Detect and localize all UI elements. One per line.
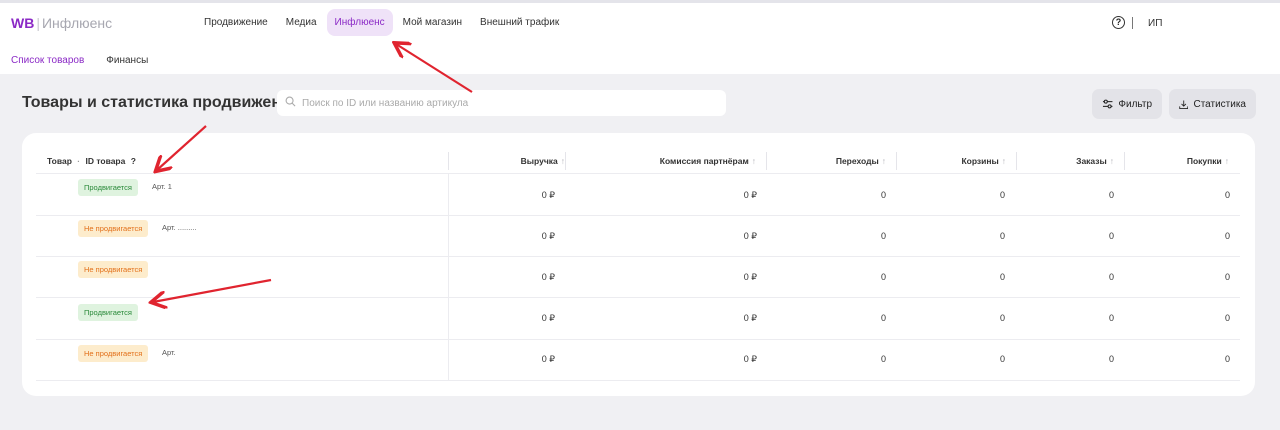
user-menu[interactable]: ИП — [1148, 18, 1162, 29]
cell-clicks: 0 — [880, 313, 886, 323]
status-badge: Не продвигается — [78, 220, 149, 237]
download-icon — [1179, 99, 1189, 109]
cell-commission: 0 ₽ — [743, 313, 757, 323]
sort-arrow-icon[interactable]: ↑ — [882, 156, 886, 166]
logo[interactable]: WB | Инфлюенс — [11, 15, 112, 31]
cell-purchases: 0 — [1224, 313, 1230, 323]
sort-arrow-icon[interactable]: ↑ — [1002, 156, 1006, 166]
column-label: Выручка — [520, 156, 558, 166]
cell-orders: 0 — [1108, 231, 1114, 241]
cell-clicks: 0 — [880, 190, 886, 200]
cell-clicks: 0 — [880, 272, 886, 282]
help-icon[interactable]: ? — [131, 156, 136, 166]
cell-purchases: 0 — [1224, 354, 1230, 364]
cell-revenue: 0 ₽ — [541, 313, 555, 323]
sort-arrow-icon[interactable]: ↑ — [1110, 156, 1114, 166]
status-badge: Не продвигается — [78, 345, 149, 362]
statistics-button[interactable]: Статистика — [1169, 89, 1256, 119]
column-header-carts[interactable]: Корзины ↑ — [896, 156, 1006, 166]
table-header: Товар · ID товара ? Выручка ↑ Комиссия па… — [22, 148, 1255, 174]
cell-revenue: 0 ₽ — [541, 190, 555, 200]
cell-carts: 0 — [999, 231, 1005, 241]
products-table: Товар · ID товара ? Выручка ↑ Комиссия па… — [22, 133, 1255, 396]
article-id: Арт. — [162, 348, 176, 357]
table-row[interactable]: Продвигается 0 ₽ 0 ₽ 0 0 0 0 — [22, 297, 1255, 338]
cell-purchases: 0 — [1224, 190, 1230, 200]
filter-button[interactable]: Фильтр — [1092, 89, 1162, 119]
column-label: Заказы — [1076, 156, 1107, 166]
cell-revenue: 0 ₽ — [541, 272, 555, 282]
cell-orders: 0 — [1108, 272, 1114, 282]
cell-orders: 0 — [1108, 190, 1114, 200]
column-label: Покупки — [1186, 156, 1222, 166]
cell-commission: 0 ₽ — [743, 272, 757, 282]
nav-item-influence[interactable]: Инфлюенс — [326, 9, 393, 36]
nav-item-promotion[interactable]: Продвижение — [196, 9, 276, 36]
row-divider — [36, 380, 1240, 381]
sort-arrow-icon[interactable]: ↑ — [752, 156, 756, 166]
cell-carts: 0 — [999, 272, 1005, 282]
cell-clicks: 0 — [880, 231, 886, 241]
cell-commission: 0 ₽ — [743, 231, 757, 241]
search-icon — [285, 96, 296, 107]
cell-carts: 0 — [999, 190, 1005, 200]
cell-commission: 0 ₽ — [743, 190, 757, 200]
table-row[interactable]: Не продвигается 0 ₽ 0 ₽ 0 0 0 0 — [22, 256, 1255, 297]
subnav-item-products[interactable]: Список товаров — [11, 55, 84, 66]
product-header-label: Товар — [47, 156, 72, 166]
column-header-purchases[interactable]: Покупки ↑ — [1124, 156, 1229, 166]
column-header-revenue[interactable]: Выручка ↑ — [448, 156, 565, 166]
column-label: Комиссия партнёрам — [659, 156, 749, 166]
nav-item-my-store[interactable]: Мой магазин — [395, 9, 470, 36]
top-bar: WB | Инфлюенс Продвижение Медиа Инфлюенс М… — [0, 0, 1280, 74]
cell-orders: 0 — [1108, 313, 1114, 323]
id-header-label: ID товара — [85, 156, 126, 166]
table-row[interactable]: Не продвигается Арт. ......... 0 ₽ 0 ₽ 0… — [22, 215, 1255, 256]
status-badge: Продвигается — [78, 179, 138, 196]
cell-revenue: 0 ₽ — [541, 231, 555, 241]
help-icon[interactable]: ? — [1112, 16, 1125, 29]
cell-carts: 0 — [999, 313, 1005, 323]
column-header-product[interactable]: Товар · ID товара ? — [47, 156, 136, 166]
status-badge: Не продвигается — [78, 261, 149, 278]
sub-nav: Список товаров Финансы — [11, 55, 148, 66]
main-nav: Продвижение Медиа Инфлюенс Мой магазин В… — [196, 9, 567, 36]
logo-divider: | — [36, 15, 40, 31]
header-divider — [1132, 17, 1133, 29]
logo-product: Инфлюенс — [41, 15, 113, 31]
article-id: Арт. 1 — [152, 182, 172, 191]
cell-purchases: 0 — [1224, 272, 1230, 282]
cell-clicks: 0 — [880, 354, 886, 364]
cell-carts: 0 — [999, 354, 1005, 364]
status-badge: Продвигается — [78, 304, 138, 321]
cell-purchases: 0 — [1224, 231, 1230, 241]
page-title: Товары и статистика продвижения — [22, 94, 301, 111]
column-header-orders[interactable]: Заказы ↑ — [1016, 156, 1114, 166]
column-label: Переходы — [835, 156, 879, 166]
subnav-item-finance[interactable]: Финансы — [106, 55, 148, 66]
column-header-clicks[interactable]: Переходы ↑ — [766, 156, 886, 166]
table-row[interactable]: Не продвигается Арт. 0 ₽ 0 ₽ 0 0 0 0 — [22, 339, 1255, 380]
filter-icon — [1102, 99, 1113, 109]
sort-arrow-icon[interactable]: ↑ — [1225, 156, 1229, 166]
article-id: Арт. ......... — [162, 223, 197, 232]
search-input[interactable]: Поиск по ID или названию артикула — [277, 90, 726, 116]
header-dot: · — [77, 156, 81, 166]
column-label: Корзины — [961, 156, 999, 166]
column-header-commission[interactable]: Комиссия партнёрам ↑ — [565, 156, 756, 166]
statistics-label: Статистика — [1193, 98, 1246, 110]
cell-revenue: 0 ₽ — [541, 354, 555, 364]
table-row[interactable]: Продвигается Арт. 1 0 ₽ 0 ₽ 0 0 0 0 — [22, 174, 1255, 215]
cell-orders: 0 — [1108, 354, 1114, 364]
nav-item-media[interactable]: Медиа — [278, 9, 325, 36]
cell-commission: 0 ₽ — [743, 354, 757, 364]
logo-brand: WB — [11, 15, 35, 31]
filter-label: Фильтр — [1118, 98, 1152, 110]
nav-item-external-traffic[interactable]: Внешний трафик — [472, 9, 567, 36]
search-placeholder: Поиск по ID или названию артикула — [302, 98, 469, 109]
